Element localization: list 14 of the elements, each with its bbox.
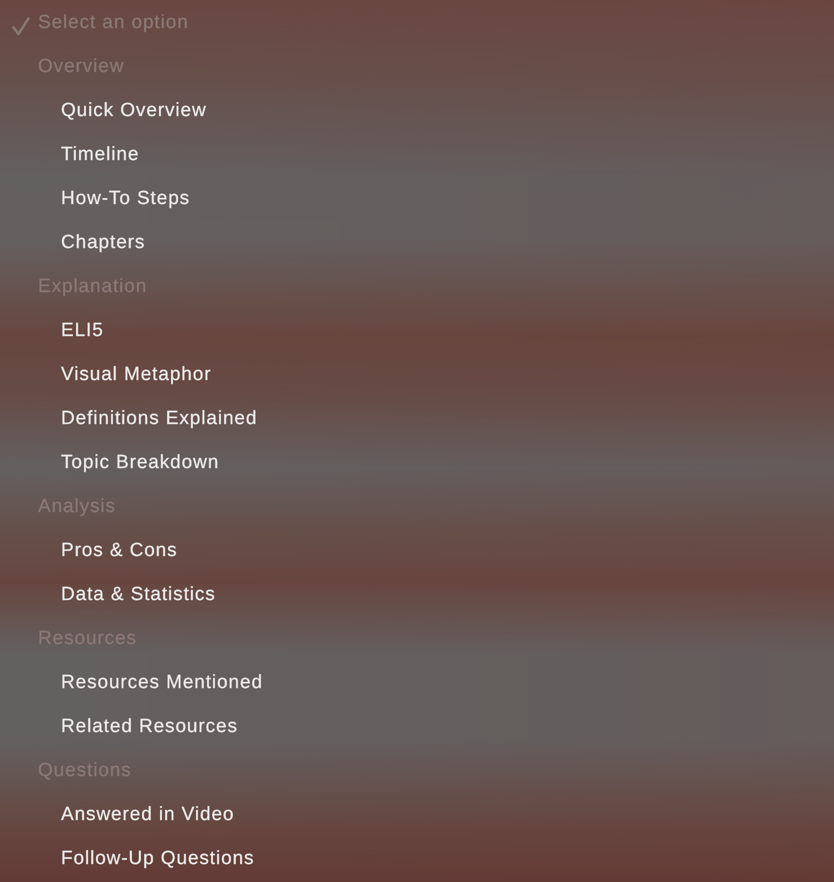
menu-option[interactable]: Follow-Up Questions (61, 847, 254, 871)
menu-option[interactable]: Visual Metaphor (61, 363, 212, 387)
menu-option[interactable]: Chapters (61, 231, 146, 255)
menu-option[interactable]: ELI5 (61, 319, 104, 343)
menu-option[interactable]: Data & Statistics (61, 583, 216, 607)
menu-option[interactable]: Pros & Cons (61, 539, 178, 563)
menu-option[interactable]: Timeline (61, 143, 140, 167)
menu-option[interactable]: Answered in Video (61, 803, 234, 827)
menu-option[interactable]: Definitions Explained (61, 407, 258, 431)
menu-option[interactable]: Quick Overview (61, 99, 207, 123)
menu-option[interactable]: Related Resources (61, 715, 238, 739)
menu-option[interactable]: Topic Breakdown (61, 451, 220, 475)
menu-option[interactable]: How-To Steps (61, 187, 190, 211)
menu-option[interactable]: Resources Mentioned (61, 671, 263, 695)
